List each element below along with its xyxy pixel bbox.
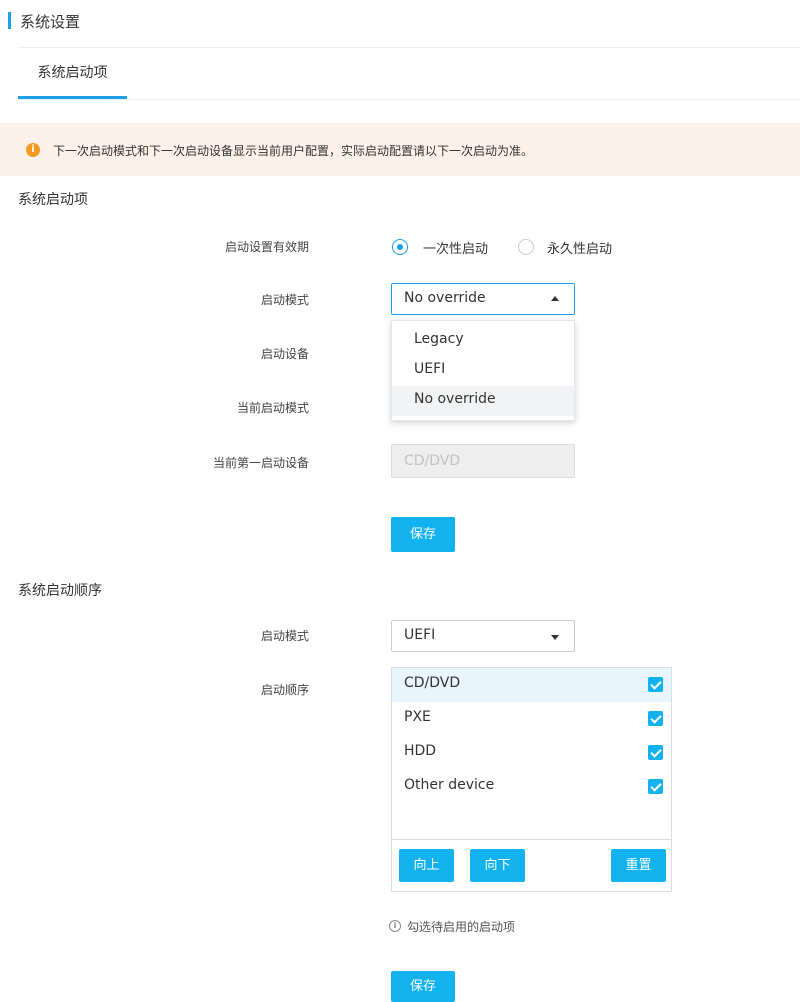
current-first-device-value: CD/DVD — [404, 453, 461, 469]
dropdown-option-label: UEFI — [414, 361, 446, 377]
boot-mode-dropdown: Legacy UEFI No override — [391, 320, 575, 421]
radio-permanent-label[interactable]: 永久性启动 — [547, 238, 612, 257]
checkbox-checked-icon[interactable] — [648, 677, 663, 692]
boot-order-item[interactable]: Other device — [392, 770, 671, 804]
move-up-button[interactable]: 向上 — [399, 849, 454, 882]
order-list-divider — [392, 839, 671, 840]
dropdown-option-label: No override — [414, 391, 496, 407]
caret-down-icon — [551, 635, 559, 640]
dropdown-option-no-override[interactable]: No override — [392, 386, 574, 416]
validity-label: 启动设置有效期 — [224, 240, 309, 254]
caret-up-icon — [551, 296, 559, 301]
info-icon: i — [389, 920, 401, 932]
boot-order-item-label: Other device — [404, 777, 495, 793]
current-first-device-field: CD/DVD — [391, 444, 575, 478]
current-boot-mode-label: 当前启动模式 — [236, 401, 309, 415]
boot-order-item[interactable]: CD/DVD — [392, 668, 671, 702]
boot-mode-select[interactable]: No override — [391, 283, 575, 315]
radio-once[interactable] — [392, 239, 408, 255]
save-button-boot-order[interactable]: 保存 — [391, 971, 455, 1002]
page-title: 系统设置 — [20, 13, 81, 31]
save-button-boot-options[interactable]: 保存 — [391, 517, 455, 552]
checkbox-checked-icon[interactable] — [648, 711, 663, 726]
section-title-boot-options: 系统启动项 — [18, 192, 88, 208]
reset-button[interactable]: 重置 — [611, 849, 666, 882]
boot-order-mode-value: UEFI — [404, 627, 436, 643]
header-divider — [18, 47, 800, 48]
checkbox-checked-icon[interactable] — [648, 745, 663, 760]
boot-order-hint: 勾选待启用的启动项 — [407, 920, 516, 934]
boot-order-list: CD/DVD PXE HDD Other device 向上 向下 重置 — [391, 667, 672, 892]
boot-mode-label: 启动模式 — [260, 293, 309, 307]
radio-permanent[interactable] — [518, 239, 534, 255]
notice-text: 下一次启动模式和下一次启动设备显示当前用户配置，实际启动配置请以下一次启动为准。 — [53, 144, 534, 158]
section-title-boot-order: 系统启动顺序 — [18, 583, 102, 599]
tab-boot-options[interactable]: 系统启动项 — [18, 62, 127, 82]
move-down-button[interactable]: 向下 — [470, 849, 525, 882]
boot-order-item-label: HDD — [404, 743, 437, 759]
dropdown-option-label: Legacy — [414, 331, 464, 347]
info-circle-icon: i — [26, 143, 40, 157]
boot-order-item[interactable]: HDD — [392, 736, 671, 770]
page-title-accent — [8, 12, 11, 29]
boot-order-item-label: CD/DVD — [404, 675, 461, 691]
boot-order-item[interactable]: PXE — [392, 702, 671, 736]
tab-divider — [18, 99, 800, 100]
dropdown-option-legacy[interactable]: Legacy — [392, 326, 574, 356]
current-first-device-label: 当前第一启动设备 — [212, 456, 309, 470]
dropdown-option-uefi[interactable]: UEFI — [392, 356, 574, 386]
boot-mode-value: No override — [404, 290, 486, 306]
boot-order-item-label: PXE — [404, 709, 431, 725]
checkbox-checked-icon[interactable] — [648, 779, 663, 794]
radio-once-label[interactable]: 一次性启动 — [423, 238, 488, 257]
boot-order-mode-select[interactable]: UEFI — [391, 620, 575, 652]
boot-device-label: 启动设备 — [260, 347, 309, 361]
boot-order-mode-label: 启动模式 — [260, 629, 309, 643]
boot-order-label: 启动顺序 — [260, 683, 309, 697]
